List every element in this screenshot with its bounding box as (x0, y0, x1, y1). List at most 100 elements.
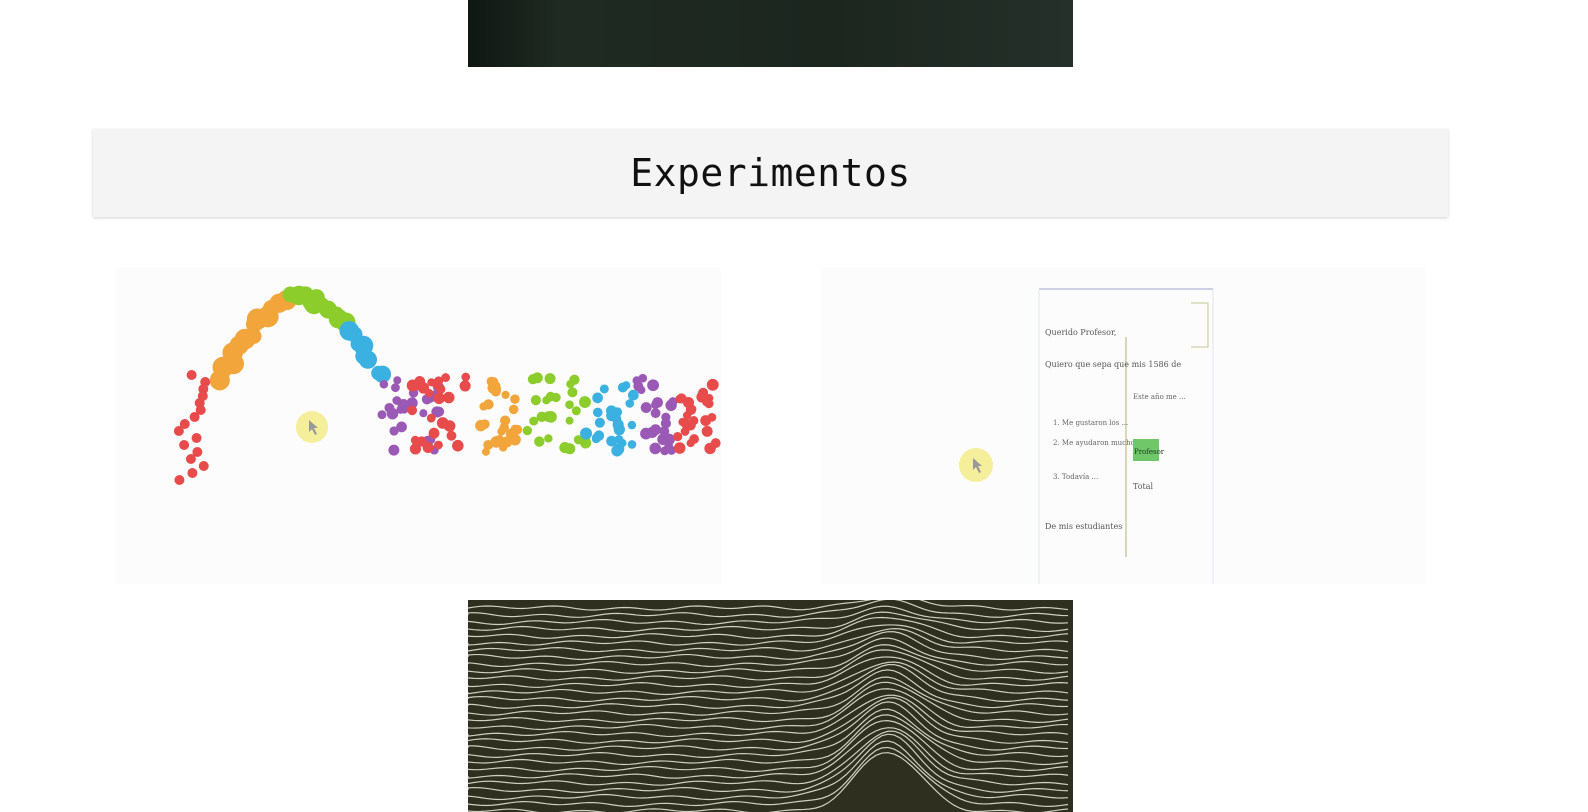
particle-dot (537, 412, 547, 422)
particle-dot (647, 379, 659, 391)
wave-line (468, 645, 1068, 674)
particle-dot (388, 445, 399, 456)
particle-dot (425, 389, 433, 397)
particle-dot (523, 426, 532, 435)
wave-line (468, 600, 1068, 617)
particle-dot (187, 468, 197, 478)
particle-dot (707, 379, 719, 391)
particle-dot (628, 421, 636, 429)
particle-dot (702, 398, 710, 406)
letter-item-3: 3. Todavía ... (1053, 473, 1098, 481)
particle-dot (600, 384, 609, 393)
particle-dot (545, 373, 556, 384)
top-experiment-thumbnail[interactable] (468, 0, 1073, 67)
letter-form-graphic: Querido Profesor, Quiero que sepa que mi… (821, 267, 1426, 584)
particle-dot (532, 372, 543, 383)
particle-dot (651, 408, 661, 418)
wave-line (468, 632, 1068, 660)
particle-dot (678, 418, 686, 426)
wave-line (468, 657, 1068, 687)
particle-dot (480, 419, 490, 429)
particle-dot (657, 434, 669, 446)
particle-dot (433, 393, 444, 404)
particle-dot (611, 445, 623, 457)
particle-dot (434, 441, 443, 450)
wave-line (468, 662, 1068, 694)
wave-line (468, 709, 1068, 757)
particle-dot (501, 436, 512, 447)
particle-dot (673, 432, 682, 441)
particle-dot (637, 386, 645, 394)
particle-dot (551, 393, 560, 402)
wave-line (468, 689, 1068, 730)
particle-dot (700, 415, 711, 426)
particle-dot (500, 415, 510, 425)
wave-line (468, 625, 1068, 645)
particle-dot (638, 374, 647, 383)
letter-signoff: De mis estudiantes (1045, 522, 1122, 531)
particle-dot (359, 351, 377, 369)
wave-line (468, 702, 1068, 750)
experiment-arzaba-card[interactable] (116, 267, 721, 584)
particle-dot (649, 443, 661, 455)
particle-dot (689, 434, 699, 444)
particle-dot (572, 406, 581, 415)
wave-line (468, 695, 1068, 736)
particle-dot (387, 408, 398, 419)
particle-dot (595, 418, 605, 428)
particle-dot (534, 436, 544, 446)
particle-dot (544, 434, 552, 442)
particle-dot (400, 405, 408, 413)
particle-dot (447, 431, 457, 441)
particle-dot (407, 380, 419, 392)
letter-highlight: Profesor (1134, 448, 1165, 456)
particle-dot (187, 370, 197, 380)
particle-dot (641, 402, 652, 413)
particle-dot (491, 387, 501, 397)
experiment-waves-card[interactable] (468, 600, 1073, 812)
section-title: Experimentos (630, 151, 911, 195)
particle-dot (650, 424, 661, 435)
particle-dot (661, 413, 670, 422)
particle-dot (688, 405, 697, 414)
experiment-letter-card[interactable]: Querido Profesor, Quiero que sepa que mi… (821, 267, 1426, 584)
arzaba-particles-graphic (116, 267, 721, 584)
particle-dot (698, 388, 708, 398)
particle-dot (594, 430, 605, 441)
particle-dot (593, 408, 603, 418)
particle-dot (509, 405, 519, 415)
particle-dot (432, 379, 442, 389)
particle-dot (618, 383, 628, 393)
letter-greeting: Querido Profesor, (1045, 328, 1116, 337)
experiments-section-header: Experimentos (93, 129, 1448, 217)
particle-dot (674, 442, 686, 454)
particle-dot (380, 380, 389, 389)
particle-dot (199, 461, 209, 471)
particle-dot (488, 377, 498, 387)
particle-dot (606, 436, 617, 447)
wave-line (468, 677, 1068, 715)
particle-dot (393, 376, 401, 384)
particle-dot (510, 394, 520, 404)
particle-dot (410, 443, 421, 454)
particle-dot (592, 393, 603, 404)
particle-dot (711, 438, 721, 448)
particle-dot (378, 410, 387, 419)
particle-dot (392, 396, 401, 405)
particle-dot (427, 414, 436, 423)
letter-item-1: 1. Me gustaron los ... (1053, 419, 1128, 427)
letter-item-2: 2. Me ayudaron mucho ... (1053, 439, 1144, 447)
particle-dot (391, 383, 400, 392)
particle-dot (510, 425, 519, 434)
particle-dot (419, 409, 427, 417)
particle-dot (580, 428, 592, 440)
particle-dot (565, 400, 574, 409)
letter-total: Total (1133, 482, 1154, 491)
particle-dot (566, 417, 574, 425)
waves-graphic (468, 600, 1073, 812)
particle-dot (174, 426, 184, 436)
particle-dot (559, 442, 570, 453)
particle-dot (606, 410, 617, 421)
letter-side-note: Este año me ... (1133, 393, 1186, 401)
particle-dot (567, 387, 577, 397)
